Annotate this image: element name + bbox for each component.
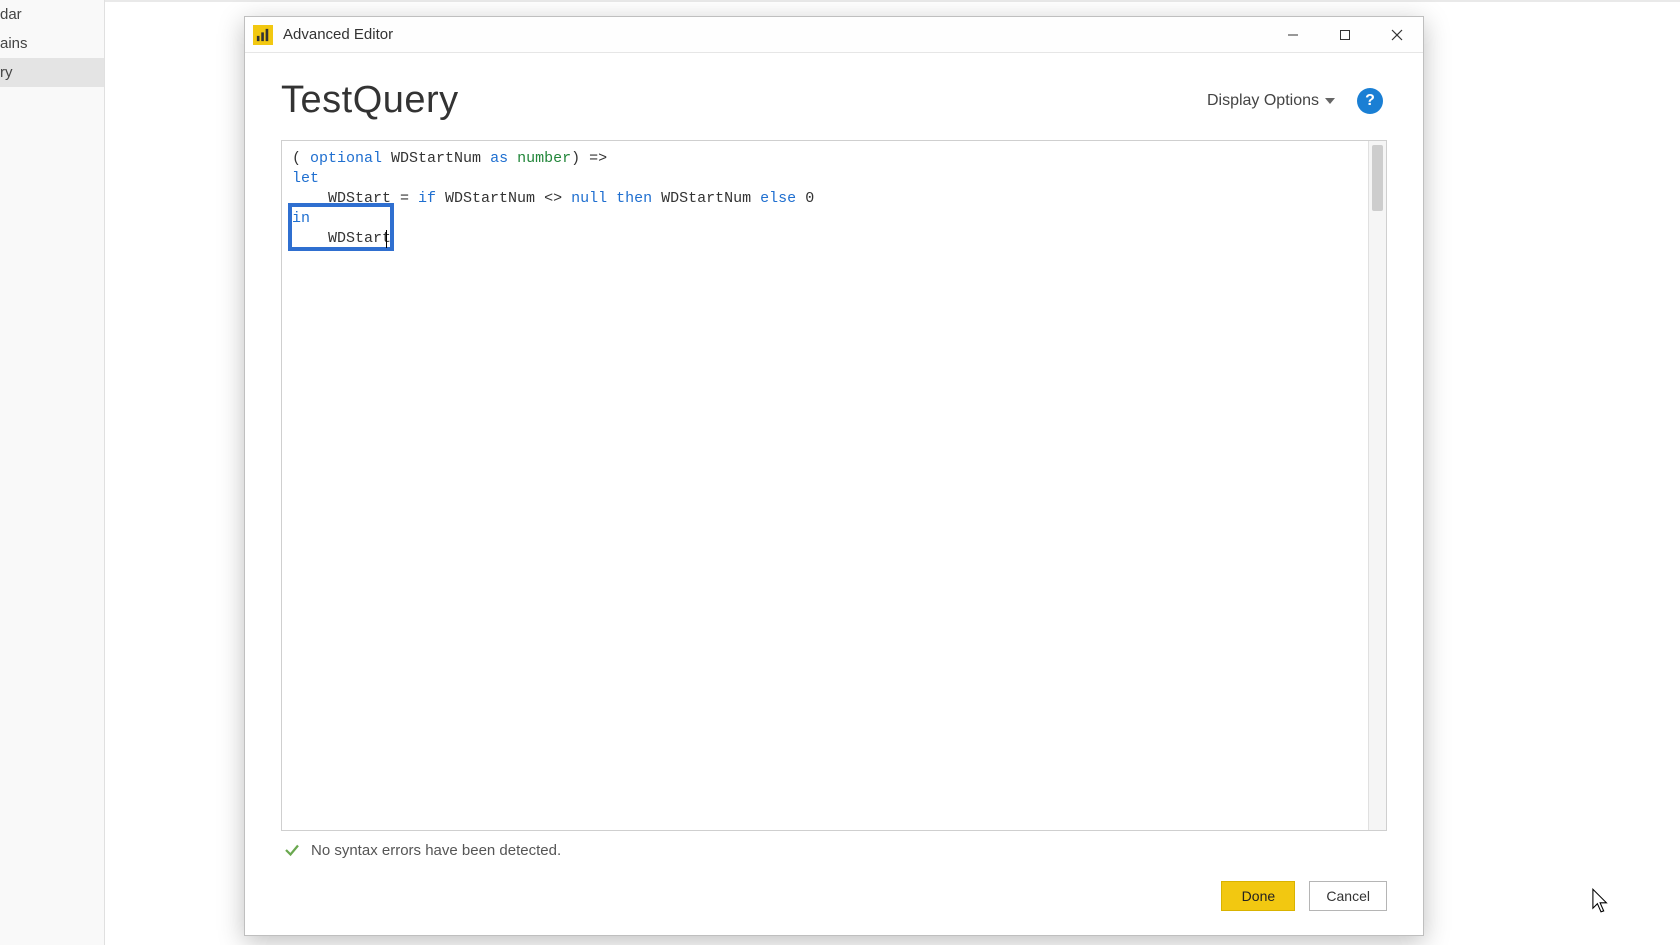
dialog-header: TestQuery Display Options ? [281,79,1387,122]
maximize-button[interactable] [1319,17,1371,53]
display-options-dropdown[interactable]: Display Options [1207,92,1335,110]
power-bi-icon [253,25,273,45]
vertical-scrollbar[interactable] [1368,141,1386,830]
window-title: Advanced Editor [283,26,393,43]
sidebar-item[interactable]: ry [0,58,104,87]
close-button[interactable] [1371,17,1423,53]
sidebar-item[interactable]: ains [0,29,104,58]
status-bar: No syntax errors have been detected. [281,831,1387,859]
background-sidebar: dar ains ry [0,0,105,945]
ribbon-edge [105,0,1680,2]
scrollbar-thumb[interactable] [1372,145,1383,211]
code-text[interactable]: ( optional WDStartNum as number) => let … [282,141,1368,830]
done-button[interactable]: Done [1221,881,1295,911]
sidebar-item[interactable]: dar [0,0,104,29]
minimize-button[interactable] [1267,17,1319,53]
check-icon [283,841,301,859]
code-editor[interactable]: ( optional WDStartNum as number) => let … [281,140,1387,831]
titlebar: Advanced Editor [245,17,1423,53]
text-caret [386,230,387,248]
chevron-down-icon [1325,98,1335,104]
help-button[interactable]: ? [1357,88,1383,114]
query-name: TestQuery [281,79,459,122]
cancel-button[interactable]: Cancel [1309,881,1387,911]
display-options-label: Display Options [1207,92,1319,110]
dialog-buttons: Done Cancel [281,859,1387,911]
status-message: No syntax errors have been detected. [311,842,561,859]
advanced-editor-dialog: Advanced Editor TestQuery Display Option… [244,16,1424,936]
